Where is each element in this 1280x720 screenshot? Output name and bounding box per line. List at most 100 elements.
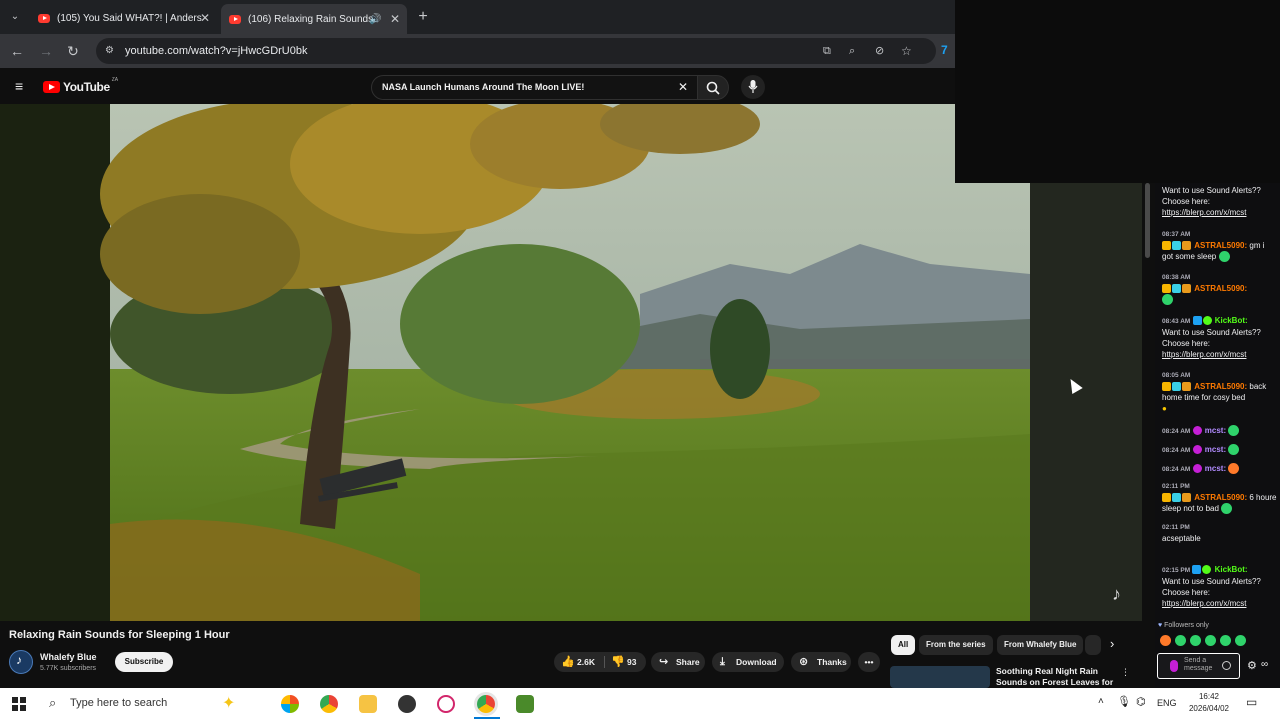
chat-username[interactable]: mcst:: [1205, 445, 1226, 454]
minecraft-app-icon[interactable]: [516, 695, 534, 713]
tab-relaxing-rain[interactable]: (106) Relaxing Rain Sounds 🔊 ✕: [221, 4, 407, 34]
language-indicator[interactable]: ENG: [1157, 698, 1177, 708]
install-app-icon[interactable]: ⧉: [823, 38, 831, 64]
more-actions-button[interactable]: •••: [858, 652, 880, 672]
chip-from-channel[interactable]: From Whalefy Blue: [997, 635, 1084, 655]
site-info-icon[interactable]: ⚙: [105, 38, 114, 64]
pen-app-icon[interactable]: [437, 695, 455, 713]
chrome-app-icon[interactable]: [320, 695, 338, 713]
share-button[interactable]: ↪ Share: [651, 652, 705, 672]
close-tab-icon[interactable]: ✕: [200, 11, 210, 25]
more-horizontal-icon: •••: [864, 657, 874, 667]
zoom-icon[interactable]: ⌕: [849, 38, 855, 64]
channel-name[interactable]: Whalefy Blue: [40, 652, 97, 662]
taskbar-search-box[interactable]: ⌕ Type here to search ✦: [40, 688, 280, 720]
send-message-input[interactable]: Send a message: [1157, 653, 1240, 679]
file-explorer-icon[interactable]: [359, 695, 377, 713]
obs-app-icon[interactable]: [398, 695, 416, 713]
search-icon: [706, 81, 720, 95]
chat-username[interactable]: mcst:: [1205, 426, 1226, 435]
youtube-logo[interactable]: YouTube ZA: [43, 77, 119, 94]
tray-mic-icon[interactable]: 🎙: [1117, 695, 1131, 708]
reload-icon[interactable]: ↻: [64, 42, 82, 60]
youtube-header: ≡ YouTube ZA NASA Launch Humans Around T…: [0, 68, 955, 104]
youtube-play-logo-icon: [43, 81, 60, 93]
emote-icon: [1162, 294, 1173, 306]
copilot-app-icon[interactable]: [281, 695, 299, 713]
voice-search-button[interactable]: [741, 75, 765, 99]
search-icon: ⌕: [49, 695, 57, 710]
emote-icon[interactable]: [1235, 635, 1246, 646]
tab-you-said-what[interactable]: (105) You Said WHAT?! | Anders ✕: [30, 6, 216, 30]
emote-icon[interactable]: [1205, 635, 1216, 646]
scrollbar-thumb[interactable]: [1145, 183, 1150, 258]
search-input[interactable]: NASA Launch Humans Around The Moon LIVE!…: [371, 75, 698, 100]
taskbar-search-placeholder: Type here to search: [70, 697, 168, 709]
share-icon: ↪: [659, 656, 669, 668]
taskbar-clock[interactable]: 16:42 2026/04/02: [1182, 691, 1236, 715]
chat-username[interactable]: KickBot:: [1215, 565, 1248, 574]
chip-from-the-series[interactable]: From the series: [919, 635, 993, 655]
tray-chevron-icon[interactable]: ˄: [1098, 696, 1104, 707]
windows-taskbar: ⌕ Type here to search ✦ ˄ 🎙 ⌬ ENG 16:42 …: [0, 688, 1280, 720]
back-icon[interactable]: ←: [8, 42, 26, 60]
search-button[interactable]: [697, 75, 729, 100]
country-badge: ZA: [111, 77, 119, 83]
download-button[interactable]: ⤓ Download: [712, 652, 784, 672]
emote-icon[interactable]: [1190, 635, 1201, 646]
next-video-thumbnail[interactable]: [890, 666, 990, 688]
dislike-button[interactable]: 👎 93: [605, 652, 646, 672]
emoji-picker-icon[interactable]: [1222, 661, 1231, 670]
emote-icon[interactable]: [1220, 635, 1231, 646]
chat-message: 08:24 AM mcst:: [1162, 425, 1277, 437]
eye-off-icon[interactable]: ⊘: [875, 38, 884, 64]
chip-all[interactable]: All: [891, 635, 916, 655]
channel-avatar[interactable]: ♪: [9, 650, 33, 674]
chat-username[interactable]: ASTRAL5090:: [1194, 284, 1247, 293]
forward-icon[interactable]: →: [37, 42, 55, 60]
next-video-title-line1: Soothing Real Night Rain: [996, 666, 1098, 676]
windows-start-icon[interactable]: [12, 697, 26, 711]
chips-next-arrow-icon[interactable]: ›: [1110, 636, 1114, 651]
chat-link[interactable]: https://blerp.com/x/mcst: [1162, 350, 1246, 359]
new-tab-icon[interactable]: +: [414, 8, 432, 26]
chat-link[interactable]: https://blerp.com/x/mcst: [1162, 208, 1246, 217]
chat-username[interactable]: KickBot:: [1215, 316, 1248, 325]
menu-hamburger-icon[interactable]: ≡: [15, 79, 23, 93]
mic-badge-icon: [1192, 445, 1202, 455]
chat-link[interactable]: https://blerp.com/x/mcst: [1162, 599, 1246, 608]
chat-username[interactable]: ASTRAL5090:: [1194, 382, 1247, 391]
chat-text: acseptable: [1162, 534, 1201, 543]
bot-badge-icon: [1192, 565, 1202, 575]
url-field[interactable]: ⚙ youtube.com/watch?v=jHwcGDrU0bk ⧉ ⌕ ⊘ …: [96, 38, 936, 64]
chat-username[interactable]: ASTRAL5090:: [1194, 493, 1247, 502]
chat-message: 08:24 AM mcst:: [1162, 463, 1277, 475]
emote-icon[interactable]: [1175, 635, 1186, 646]
chrome-active-app-icon[interactable]: [477, 695, 495, 713]
subscribe-button[interactable]: Subscribe: [115, 652, 173, 672]
bookmark-star-icon[interactable]: ☆: [901, 38, 912, 64]
next-video-menu-icon[interactable]: ⋮: [1121, 667, 1130, 678]
subscriber-count: 5.77K subscribers: [40, 665, 97, 672]
like-count: 2.6K: [577, 657, 595, 667]
clear-search-icon[interactable]: ✕: [678, 76, 688, 99]
page-scrollbar[interactable]: [1142, 183, 1155, 688]
chat-username[interactable]: mcst:: [1205, 464, 1226, 473]
music-note-icon: ♪: [1112, 584, 1121, 604]
search-query-text: NASA Launch Humans Around The Moon LIVE!: [382, 82, 585, 92]
browser-tab-bar: ⌄ (105) You Said WHAT?! | Anders ✕ (106)…: [0, 0, 955, 34]
extension-icon[interactable]: 7: [941, 43, 948, 57]
audio-playing-icon[interactable]: 🔊: [369, 14, 381, 25]
crown-badge-icon: [1162, 284, 1171, 294]
tab-search-chevron-icon[interactable]: ⌄: [6, 8, 24, 26]
like-button[interactable]: 👍 2.6K: [554, 652, 604, 672]
close-tab-icon[interactable]: ✕: [390, 12, 400, 26]
notification-center-icon[interactable]: ▭: [1246, 695, 1257, 709]
chip-truncated[interactable]: [1085, 635, 1101, 655]
emote-icon[interactable]: [1160, 635, 1171, 646]
chat-users-icon[interactable]: ∞: [1261, 659, 1268, 670]
thanks-button[interactable]: ⊛ Thanks: [791, 652, 851, 672]
network-icon[interactable]: ⌬: [1136, 695, 1146, 708]
chat-settings-icon[interactable]: ⚙: [1247, 659, 1257, 672]
chat-username[interactable]: ASTRAL5090:: [1194, 241, 1247, 250]
